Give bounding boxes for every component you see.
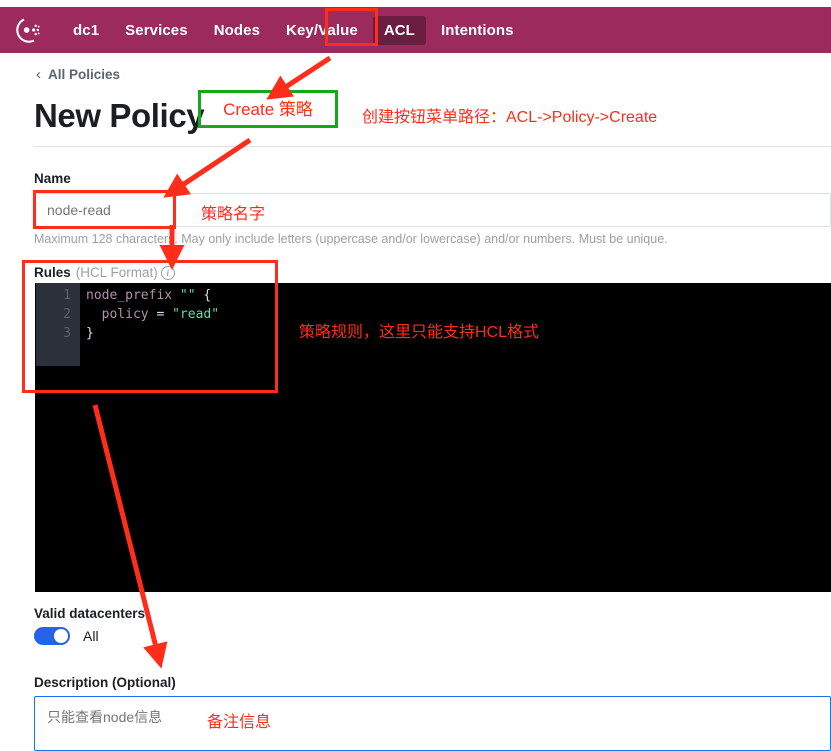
rules-code-editor[interactable]: 1 node_prefix "" {2 policy = "read" 3} bbox=[35, 283, 831, 592]
rules-format-hint: (HCL Format) bbox=[75, 265, 158, 280]
page-title: New Policy bbox=[34, 97, 205, 134]
consul-logo-icon[interactable] bbox=[14, 15, 44, 45]
browser-top-strip bbox=[310, 0, 831, 7]
title-divider bbox=[34, 146, 831, 147]
toggle-knob bbox=[54, 629, 68, 643]
line-number: 2 bbox=[63, 307, 71, 322]
name-input[interactable] bbox=[34, 193, 831, 227]
nav-item-key-value[interactable]: Key/Value bbox=[275, 16, 369, 45]
nav-item-dc1[interactable]: dc1 bbox=[62, 16, 110, 45]
code-line: 3} bbox=[35, 324, 219, 343]
valid-datacenters-label: Valid datacenters bbox=[34, 606, 146, 621]
code-line: 1 node_prefix "" { bbox=[35, 286, 219, 305]
rules-label: Rules (HCL Format) i bbox=[34, 265, 175, 281]
name-helper-text: Maximum 128 characters. May only include… bbox=[34, 232, 668, 246]
description-label: Description (Optional) bbox=[34, 675, 176, 690]
nav-item-nodes[interactable]: Nodes bbox=[203, 16, 271, 45]
editor-code-area[interactable]: 1 node_prefix "" {2 policy = "read" 3} bbox=[35, 286, 219, 343]
line-number: 3 bbox=[63, 326, 71, 341]
chevron-left-icon: ‹ bbox=[36, 66, 41, 83]
code-line: 2 policy = "read" bbox=[35, 305, 219, 324]
valid-datacenters-row: All bbox=[34, 627, 99, 645]
main-navbar: dc1 Services Nodes Key/Value ACL Intenti… bbox=[0, 7, 831, 53]
breadcrumb-label: All Policies bbox=[48, 67, 121, 82]
description-textarea[interactable] bbox=[34, 696, 831, 751]
name-label: Name bbox=[34, 171, 71, 186]
valid-datacenters-toggle[interactable] bbox=[34, 627, 70, 645]
page-content: ‹ All Policies New Policy Name Maximum 1… bbox=[0, 53, 831, 751]
info-icon[interactable]: i bbox=[160, 266, 175, 280]
line-number: 1 bbox=[63, 288, 71, 303]
rules-label-text: Rules bbox=[34, 265, 71, 280]
nav-item-services[interactable]: Services bbox=[114, 16, 199, 45]
breadcrumb-all-policies[interactable]: ‹ All Policies bbox=[36, 67, 120, 82]
nav-item-intentions[interactable]: Intentions bbox=[430, 16, 525, 45]
code-text: node_prefix "" { bbox=[86, 288, 212, 303]
code-text: } bbox=[86, 326, 94, 341]
toggle-label: All bbox=[83, 628, 99, 644]
nav-item-acl[interactable]: ACL bbox=[372, 15, 426, 45]
code-text: policy = "read" bbox=[101, 307, 220, 322]
